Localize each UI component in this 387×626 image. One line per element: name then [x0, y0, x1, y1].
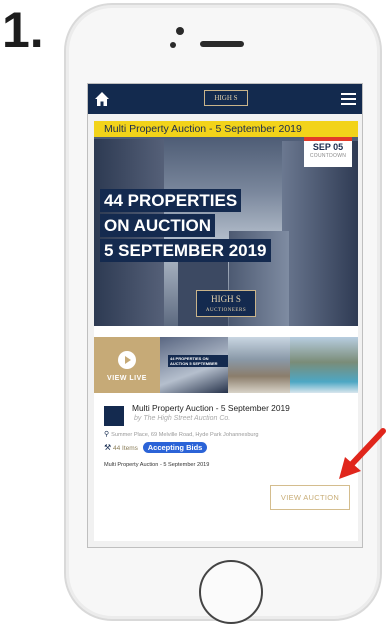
menu-icon[interactable]: [341, 93, 356, 105]
auction-description: Multi Property Auction - 5 September 201…: [104, 462, 210, 468]
lot-count: 44 Items: [112, 445, 138, 452]
auction-address: ⚲ Summer Place, 69 Melville Road, Hyde Pa…: [104, 430, 259, 438]
headline-line-1: 44 PROPERTIES: [100, 189, 242, 212]
address-text: Summer Place, 69 Melville Road, Hyde Par…: [111, 432, 259, 438]
top-nav: HIGH S: [88, 84, 362, 114]
page-content: Multi Property Auction - 5 September 201…: [88, 114, 362, 547]
brand-name: HIGH S: [211, 294, 241, 304]
banner-headline: 44 PROPERTIES ON AUCTION 5 SEPTEMBER 201…: [100, 189, 271, 264]
location-pin-icon: ⚲: [104, 431, 110, 438]
thumbnail-caption: 44 PROPERTIES ON AUCTION 5 SEPTEMBER: [168, 355, 228, 367]
thumbnail-image[interactable]: [290, 337, 358, 393]
view-live-label: VIEW LIVE: [107, 375, 147, 382]
auction-card: Multi Property Auction - 5 September 201…: [94, 121, 358, 541]
red-arrow-icon: [339, 428, 386, 479]
headline-line-2: ON AUCTION: [100, 214, 216, 237]
site-logo[interactable]: HIGH S: [204, 90, 248, 106]
auction-by-line: by The High Street Auction Co.: [134, 415, 231, 422]
headline-line-3: 5 SEPTEMBER 2019: [100, 239, 271, 262]
auction-status-row: ⚒ 44 Items Accepting Bids: [104, 442, 208, 453]
view-auction-button[interactable]: VIEW AUCTION: [270, 485, 350, 510]
brand-logo: HIGH S AUCTIONEERS: [196, 290, 256, 317]
auctioneer-logo: [104, 406, 124, 426]
front-camera: [170, 42, 176, 48]
date-caption: COUNTDOWN: [309, 153, 347, 159]
gavel-icon: ⚒: [104, 443, 112, 452]
camera-dot: [176, 27, 184, 35]
phone-screen: HIGH S Multi Property Auction - 5 Septem…: [87, 83, 363, 548]
home-icon[interactable]: [94, 91, 110, 107]
thumbnail-image[interactable]: [228, 337, 290, 393]
banner-title: Multi Property Auction - 5 September 201…: [94, 121, 358, 137]
thumbnail-image[interactable]: 44 PROPERTIES ON AUCTION 5 SEPTEMBER: [160, 337, 228, 393]
brand-subtitle: AUCTIONEERS: [205, 308, 247, 313]
auction-details: Multi Property Auction - 5 September 201…: [94, 396, 358, 541]
phone-home-button[interactable]: [199, 560, 263, 624]
view-live-button[interactable]: VIEW LIVE: [94, 337, 160, 393]
thumbnail-strip: VIEW LIVE 44 PROPERTIES ON AUCTION 5 SEP…: [94, 337, 358, 393]
speaker-grille: [200, 41, 244, 47]
status-badge: Accepting Bids: [142, 442, 208, 453]
auction-title[interactable]: Multi Property Auction - 5 September 201…: [132, 403, 352, 413]
date-text: SEP 05: [312, 142, 344, 152]
step-number: 1.: [2, 2, 44, 58]
play-icon: [118, 351, 136, 369]
date-badge: SEP 05 COUNTDOWN: [304, 137, 352, 167]
auction-banner[interactable]: Multi Property Auction - 5 September 201…: [94, 121, 358, 326]
